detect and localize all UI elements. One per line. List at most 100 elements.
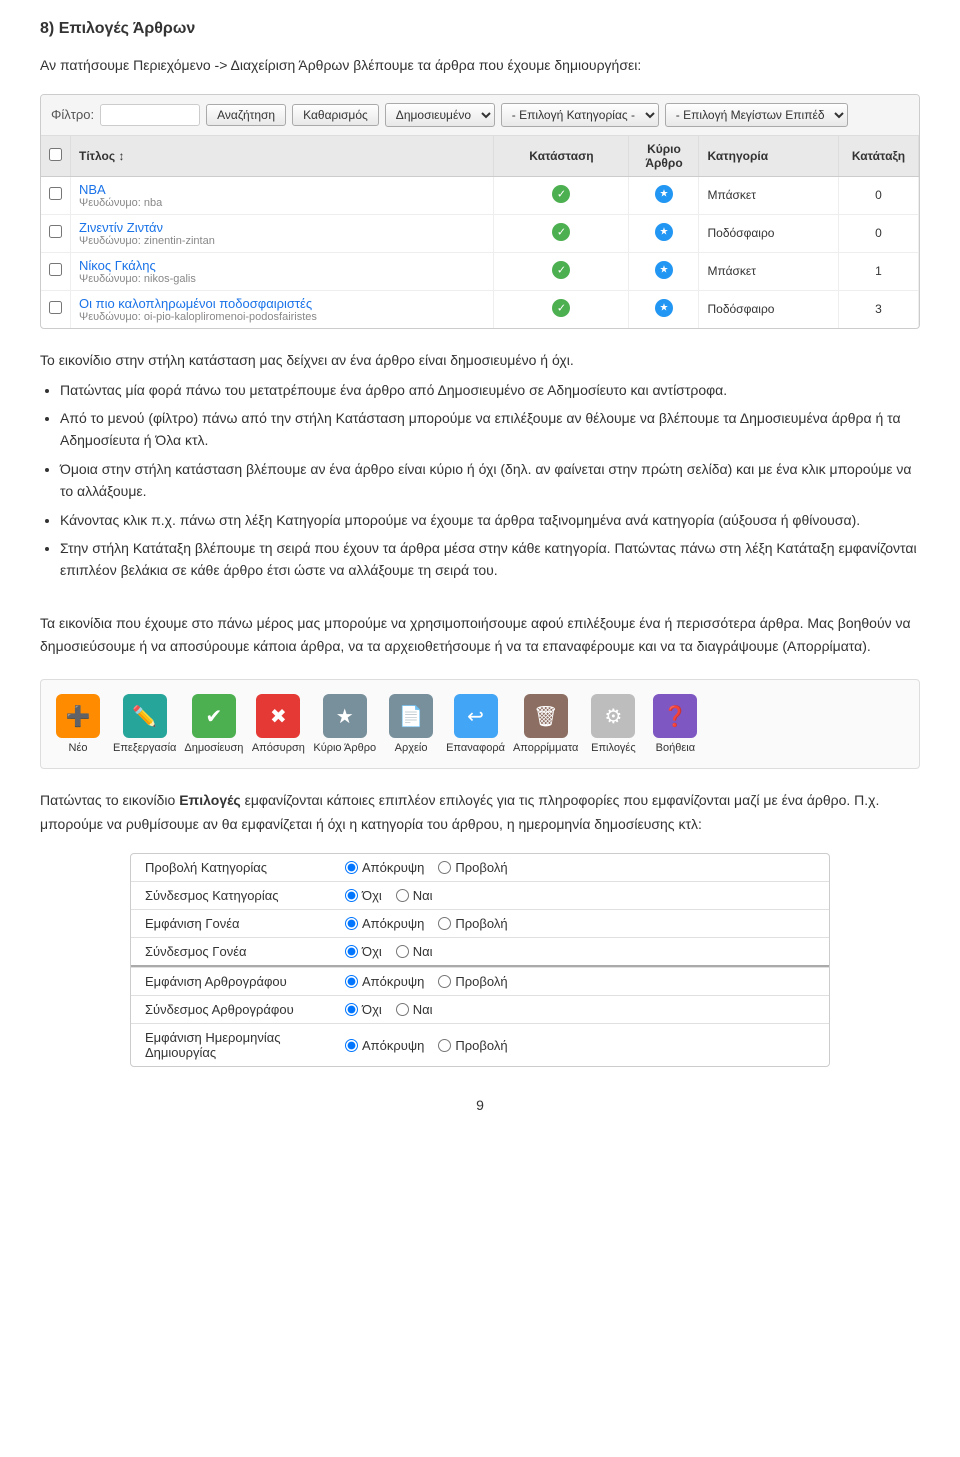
row-rank-cell: 3 (839, 290, 919, 328)
radio-option-apokrypsi[interactable]: Απόκρυψη (345, 974, 424, 989)
action-btn-label: Δημοσίευση (184, 742, 243, 754)
action-button-βοήθεια[interactable]: ❓ Βοήθεια (648, 694, 702, 754)
radio-option-nai[interactable]: Ναι (396, 944, 433, 959)
maxitems-select[interactable]: - Επιλογή Μεγίστων Επιπέδ (665, 103, 848, 127)
radio-option-apokrypsi[interactable]: Απόκρυψη (345, 916, 424, 931)
col-rank[interactable]: Κατάταξη (839, 136, 919, 177)
col-title[interactable]: Τίτλος ↕ (71, 136, 494, 177)
radio-option-provoli[interactable]: Προβολή (438, 1038, 507, 1053)
action-button-επιλογές[interactable]: ⚙ Επιλογές (586, 694, 640, 754)
row-category-cell: Ποδόσφαιρο (699, 290, 839, 328)
radio-input[interactable] (438, 975, 451, 988)
action-button-δημοσίευση[interactable]: ✔ Δημοσίευση (184, 694, 243, 754)
col-category[interactable]: Κατηγορία (699, 136, 839, 177)
row-checkbox[interactable] (49, 301, 62, 314)
radio-input[interactable] (345, 1039, 358, 1052)
status-select[interactable]: Δημοσιευμένο (385, 103, 495, 127)
status-check-icon[interactable] (552, 185, 570, 203)
radio-input[interactable] (345, 1003, 358, 1016)
action-button-επαναφορά[interactable]: ↩ Επαναφορά (446, 694, 505, 754)
main-article-star-icon[interactable] (655, 223, 673, 241)
radio-input[interactable] (438, 917, 451, 930)
action-button-κύριο-άρθρο[interactable]: ★ Κύριο Άρθρο (313, 694, 376, 754)
radio-option-apokrypsi[interactable]: Απόκρυψη (345, 860, 424, 875)
radio-option-apokrypsi[interactable]: Απόκρυψη (345, 1038, 424, 1053)
radio-option-ochi[interactable]: Όχι (345, 888, 382, 903)
radio-option-ochi[interactable]: Όχι (345, 1002, 382, 1017)
article-pseudo: Ψευδώνυμο: nba (79, 197, 485, 209)
cms-toolbar: Φίλτρο: Αναζήτηση Καθαρισμός Δημοσιευμέν… (41, 95, 919, 136)
status-check-icon[interactable] (552, 223, 570, 241)
article-title[interactable]: Ζινεντίν Ζιντάν (79, 220, 485, 235)
options-row: Σύνδεσμος Κατηγορίας Όχι Ναι (131, 881, 829, 909)
action-button-νέο[interactable]: ➕ Νέο (51, 694, 105, 754)
articles-table: Τίτλος ↕ Κατάσταση Κύριο Άρθρο Κατηγορία… (41, 136, 919, 328)
options-row: Εμφάνιση Γονέα Απόκρυψη Προβολή (131, 909, 829, 937)
option-label: Σύνδεσμος Αρθρογράφου (131, 996, 331, 1024)
radio-input[interactable] (345, 889, 358, 902)
options-desc-para: Πατώντας το εικονίδιο Επιλογές εμφανίζον… (40, 789, 920, 837)
radio-input[interactable] (345, 975, 358, 988)
table-row: NBA Ψευδώνυμο: nba Μπάσκετ 0 (41, 176, 919, 214)
radio-input[interactable] (345, 945, 358, 958)
radio-input[interactable] (438, 861, 451, 874)
option-radios-cell: Απόκρυψη Προβολή (331, 1024, 829, 1067)
action-btn-icon: ⚙ (591, 694, 635, 738)
option-label: Εμφάνιση Ημερομηνίας Δημιουργίας (131, 1024, 331, 1067)
col-checkbox (41, 136, 71, 177)
article-title[interactable]: NBA (79, 182, 485, 197)
filter-input[interactable] (100, 104, 200, 126)
article-title[interactable]: Νίκος Γκάλης (79, 258, 485, 273)
status-check-icon[interactable] (552, 261, 570, 279)
paragraph-7: Τα εικονίδια που έχουμε στο πάνω μέρος μ… (40, 612, 920, 660)
cms-article-manager: Φίλτρο: Αναζήτηση Καθαρισμός Δημοσιευμέν… (40, 94, 920, 329)
option-label: Σύνδεσμος Γονέα (131, 937, 331, 966)
main-article-star-icon[interactable] (655, 185, 673, 203)
select-all-checkbox[interactable] (49, 148, 62, 161)
action-button-απόσυρση[interactable]: ✖ Απόσυρση (251, 694, 305, 754)
clear-button[interactable]: Καθαρισμός (292, 104, 379, 126)
row-main-cell (629, 176, 699, 214)
radio-option-nai[interactable]: Ναι (396, 888, 433, 903)
radio-input[interactable] (396, 889, 409, 902)
page-number: 9 (40, 1097, 920, 1113)
option-radios-cell: Όχι Ναι (331, 937, 829, 966)
radio-option-ochi[interactable]: Όχι (345, 944, 382, 959)
action-btn-label: Επιλογές (591, 742, 636, 754)
action-btn-icon: ★ (323, 694, 367, 738)
row-checkbox[interactable] (49, 187, 62, 200)
action-btn-label: Επεξεργασία (113, 742, 176, 754)
radio-option-nai[interactable]: Ναι (396, 1002, 433, 1017)
status-check-icon[interactable] (552, 299, 570, 317)
radio-option-provoli[interactable]: Προβολή (438, 916, 507, 931)
category-select[interactable]: - Επιλογή Κατηγορίας - (501, 103, 659, 127)
radio-input[interactable] (396, 1003, 409, 1016)
main-article-star-icon[interactable] (655, 299, 673, 317)
option-label: Προβολή Κατηγορίας (131, 854, 331, 882)
action-button-απορρίμματα[interactable]: 🗑 Απορρίμματα (513, 694, 578, 754)
radio-input[interactable] (438, 1039, 451, 1052)
body-text-section: Το εικονίδιο στην στήλη κατάσταση μας δε… (40, 349, 920, 659)
row-checkbox[interactable] (49, 225, 62, 238)
radio-input[interactable] (345, 917, 358, 930)
option-radios-cell: Απόκρυψη Προβολή (331, 968, 829, 996)
row-status-cell (494, 176, 629, 214)
options-row: Εμφάνιση Ημερομηνίας Δημιουργίας Απόκρυψ… (131, 1024, 829, 1067)
search-button[interactable]: Αναζήτηση (206, 104, 286, 126)
action-button-αρχείο[interactable]: 📄 Αρχείο (384, 694, 438, 754)
row-title-cell: Ζινεντίν Ζιντάν Ψευδώνυμο: zinentin-zint… (71, 214, 494, 252)
main-article-star-icon[interactable] (655, 261, 673, 279)
radio-option-provoli[interactable]: Προβολή (438, 860, 507, 875)
row-checkbox[interactable] (49, 263, 62, 276)
radio-input[interactable] (396, 945, 409, 958)
article-title[interactable]: Οι πιο καλοπληρωμένοι ποδοσφαιριστές (79, 296, 485, 311)
row-title-cell: NBA Ψευδώνυμο: nba (71, 176, 494, 214)
action-button-επεξεργασία[interactable]: ✏️ Επεξεργασία (113, 694, 176, 754)
heading-intro: Αν πατήσουμε Περιεχόμενο -> Διαχείριση Ά… (40, 54, 920, 78)
radio-input[interactable] (345, 861, 358, 874)
p8-bold: Επιλογές (179, 792, 241, 808)
action-btn-icon: ✏️ (123, 694, 167, 738)
row-category-cell: Μπάσκετ (699, 252, 839, 290)
row-title-cell: Οι πιο καλοπληρωμένοι ποδοσφαιριστές Ψευ… (71, 290, 494, 328)
radio-option-provoli[interactable]: Προβολή (438, 974, 507, 989)
